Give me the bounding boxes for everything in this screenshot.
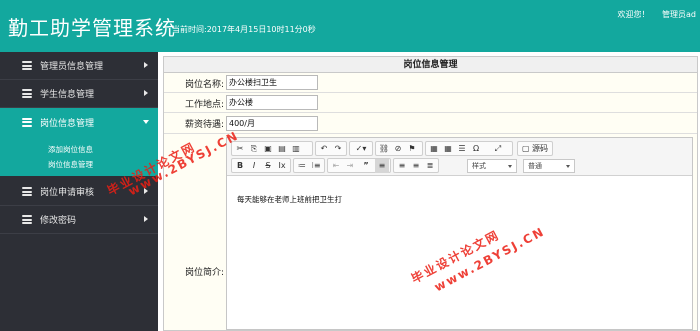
bulleted-list-icon[interactable]: ⁝≡ <box>309 159 323 173</box>
style-select-label: 样式 <box>472 162 486 170</box>
outdent-icon[interactable]: ⇤ <box>329 159 343 173</box>
menu-icon <box>22 215 32 224</box>
location-label: 工作地点: <box>184 100 224 110</box>
paste-word-icon[interactable]: ▥ <box>289 142 303 156</box>
format-select-label: 普通 <box>528 162 542 170</box>
sidebar-item-student-info[interactable]: 学生信息管理 <box>0 80 158 108</box>
chevron-down-icon <box>143 120 149 124</box>
align-justify-icon[interactable]: ≣ <box>423 159 437 173</box>
anchor-icon[interactable]: ⚑ <box>405 142 419 156</box>
form-row-salary: 薪资待遇: 400/月 <box>164 113 697 134</box>
welcome-bar: 欢迎您！ 管理员ad <box>617 9 696 20</box>
numbered-list-icon[interactable]: ≔ <box>295 159 309 173</box>
source-icon: ▢ <box>521 144 530 153</box>
sidebar-item-label: 学生信息管理 <box>40 90 95 100</box>
submenu-add-post[interactable]: 添加岗位信息 <box>48 144 93 155</box>
sidebar-submenu: 添加岗位信息 岗位信息管理 <box>0 136 158 176</box>
salary-input[interactable]: 400/月 <box>226 116 318 131</box>
chevron-right-icon <box>144 90 148 96</box>
sidebar-item-label: 修改密码 <box>40 216 77 226</box>
main-panel: 岗位信息管理 岗位名称: 办公楼扫卫生 工作地点: 办公楼 薪资待遇: 400/… <box>163 56 698 331</box>
copy-icon[interactable]: ⎘ <box>247 142 261 156</box>
form-row-location: 工作地点: 办公楼 <box>164 93 697 113</box>
app-title: 勤工助学管理系统 <box>8 16 176 40</box>
sidebar-item-post-info[interactable]: 岗位信息管理 <box>0 108 158 136</box>
source-label: 源码 <box>532 144 549 153</box>
sidebar-item-change-password[interactable]: 修改密码 <box>0 206 158 234</box>
undo-icon[interactable]: ↶ <box>317 142 331 156</box>
source-button[interactable]: ▢ 源码 <box>519 142 551 156</box>
sidebar-item-label: 管理员信息管理 <box>40 62 104 72</box>
menu-icon <box>22 187 32 196</box>
cut-icon[interactable]: ✂ <box>233 142 247 156</box>
current-time: 当前时间:2017年4月15日10时11分0秒 <box>172 25 316 34</box>
table-icon[interactable]: ▦ <box>441 142 455 156</box>
chevron-right-icon <box>144 62 148 68</box>
italic-icon[interactable]: I <box>247 159 261 173</box>
top-header: 勤工助学管理系统 当前时间:2017年4月15日10时11分0秒 欢迎您！ 管理… <box>0 0 700 52</box>
image-icon[interactable]: ▦ <box>427 142 441 156</box>
post-name-input[interactable]: 办公楼扫卫生 <box>226 75 318 90</box>
sidebar: 管理员信息管理 学生信息管理 岗位信息管理 添加岗位信息 岗位信息管理 岗位申请… <box>0 52 158 331</box>
horizontal-line-icon[interactable]: ☰ <box>455 142 469 156</box>
panel-title: 岗位信息管理 <box>164 57 697 73</box>
align-center-icon[interactable]: ≡ <box>395 159 409 173</box>
paste-text-icon[interactable]: ▤ <box>275 142 289 156</box>
welcome-text: 欢迎您！ <box>617 10 650 19</box>
intro-label: 岗位简介: <box>184 268 224 278</box>
name-label: 岗位名称: <box>184 80 224 90</box>
indent-icon[interactable]: ⇥ <box>343 159 357 173</box>
align-right-icon[interactable]: ≡ <box>409 159 423 173</box>
form-row-name: 岗位名称: 办公楼扫卫生 <box>164 73 697 93</box>
unlink-icon[interactable]: ⊘ <box>391 142 405 156</box>
bold-icon[interactable]: B <box>233 159 247 173</box>
paste-icon[interactable]: ▣ <box>261 142 275 156</box>
special-char-icon[interactable]: Ω <box>469 142 483 156</box>
blockquote-icon[interactable]: ” <box>359 159 373 173</box>
link-icon[interactable]: ⛓ <box>377 142 391 156</box>
style-select[interactable]: 样式 <box>467 159 517 173</box>
strike-icon[interactable]: S <box>261 159 275 173</box>
location-input[interactable]: 办公楼 <box>226 95 318 110</box>
chevron-right-icon <box>144 188 148 194</box>
sidebar-item-label: 岗位申请审核 <box>40 188 95 198</box>
sidebar-item-application-review[interactable]: 岗位申请审核 <box>0 178 158 206</box>
chevron-down-icon <box>566 165 570 168</box>
remove-format-icon[interactable]: Ix <box>275 159 289 173</box>
menu-icon <box>22 61 32 70</box>
salary-label: 薪资待遇: <box>184 120 224 130</box>
user-name[interactable]: 管理员ad <box>662 10 696 19</box>
align-left-icon[interactable]: ≡ <box>375 159 389 173</box>
redo-icon[interactable]: ↷ <box>331 142 345 156</box>
menu-icon <box>22 89 32 98</box>
editor-content[interactable]: 每天能够在老师上班前把卫生打 <box>237 194 342 205</box>
menu-icon <box>22 117 32 127</box>
sidebar-item-admin-info[interactable]: 管理员信息管理 <box>0 52 158 80</box>
rich-text-editor: ✂ ⎘ ▣ ▤ ▥ ↶ ↷ ✓▾ ⛓ ⊘ ⚑ ▦ ▦ ☰ Ω ⤢ ▢ 源码 B … <box>226 137 693 330</box>
sidebar-item-label: 岗位信息管理 <box>40 118 95 129</box>
chevron-right-icon <box>144 216 148 222</box>
chevron-down-icon <box>508 165 512 168</box>
spellcheck-icon[interactable]: ✓▾ <box>351 142 371 156</box>
maximize-icon[interactable]: ⤢ <box>491 142 505 156</box>
submenu-post-manage[interactable]: 岗位信息管理 <box>48 159 93 170</box>
format-select[interactable]: 普通 <box>523 159 575 173</box>
editor-toolbar: ✂ ⎘ ▣ ▤ ▥ ↶ ↷ ✓▾ ⛓ ⊘ ⚑ ▦ ▦ ☰ Ω ⤢ ▢ 源码 B … <box>227 138 692 176</box>
